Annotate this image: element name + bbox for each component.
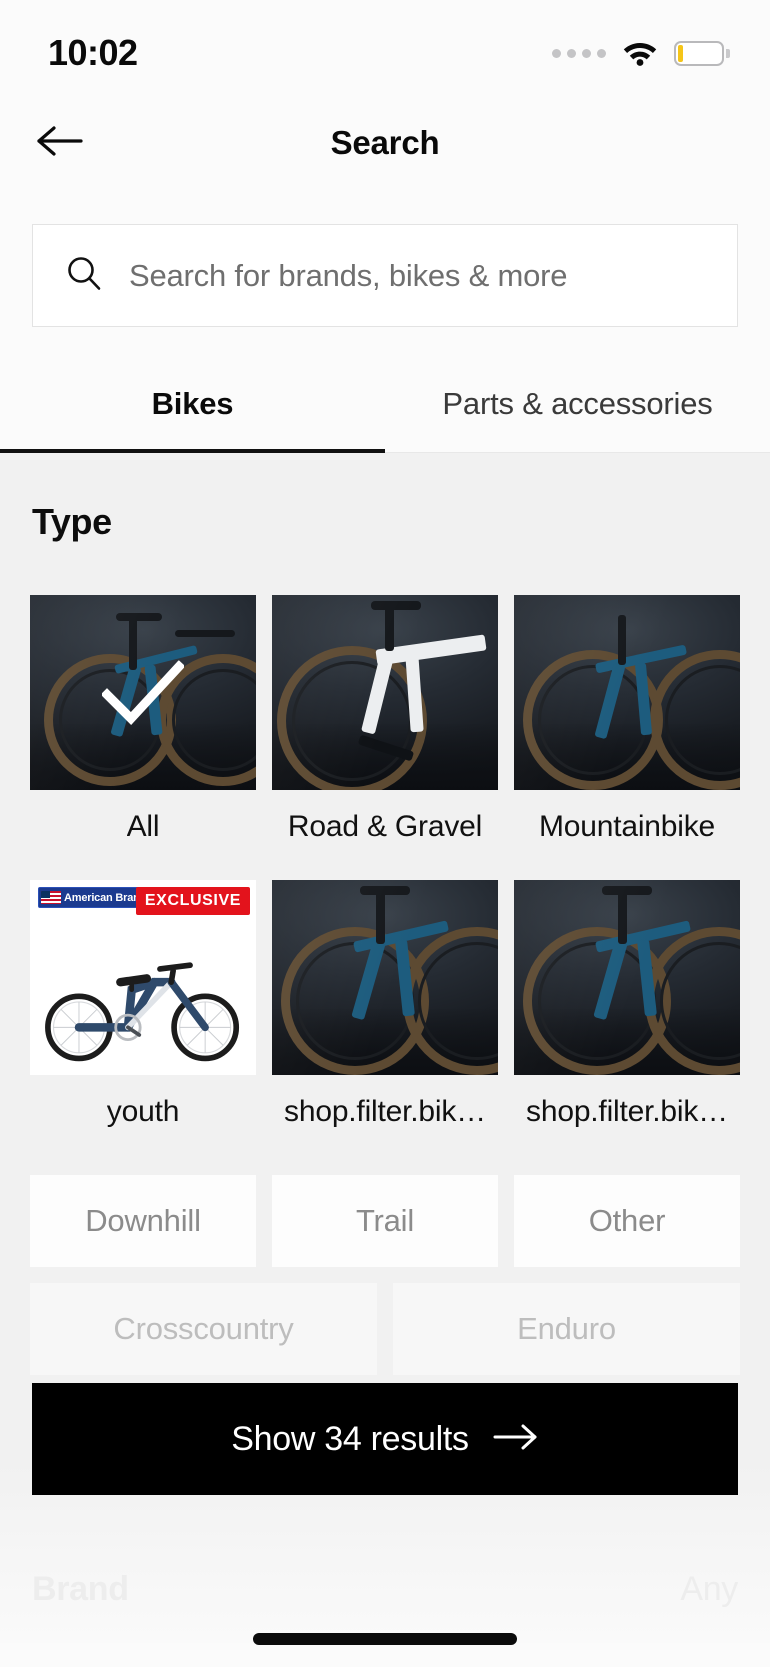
type-option-road-gravel[interactable]: Road & Gravel bbox=[272, 595, 498, 844]
type-option-thumbnail bbox=[272, 595, 498, 790]
check-icon bbox=[100, 660, 186, 732]
chip-other[interactable]: Other bbox=[514, 1175, 740, 1267]
phone-screen: 10:02 Search Search for brands, bikes & … bbox=[0, 0, 770, 1667]
battery-low-icon bbox=[674, 40, 730, 66]
exclusive-badge: EXCLUSIVE bbox=[135, 887, 250, 915]
status-time: 10:02 bbox=[48, 32, 138, 73]
status-icons bbox=[552, 40, 730, 66]
type-option-all[interactable]: All bbox=[30, 595, 256, 844]
obscured-brand-value: Any bbox=[680, 1570, 738, 1608]
type-option-shop-filter-bike-1[interactable]: shop.filter.bik… bbox=[272, 880, 498, 1129]
type-option-shop-filter-bike-2[interactable]: shop.filter.bik… bbox=[514, 880, 740, 1129]
back-button[interactable] bbox=[32, 115, 88, 171]
subtype-chip-row-1: Downhill Trail Other bbox=[0, 1175, 770, 1267]
american-brand-badge-label: American Brand bbox=[64, 891, 147, 904]
arrow-left-icon bbox=[36, 123, 84, 164]
type-section-title: Type bbox=[32, 501, 112, 542]
obscured-brand-row: Brand Any bbox=[0, 1570, 770, 1609]
signal-dots-icon bbox=[552, 48, 606, 58]
search-placeholder: Search for brands, bikes & more bbox=[129, 257, 568, 293]
type-option-label: shop.filter.bik… bbox=[526, 1095, 728, 1128]
type-option-grid-row-1: All Road & Gravel Mountainbike bbox=[0, 595, 770, 844]
chip-trail[interactable]: Trail bbox=[272, 1175, 498, 1267]
type-option-label: All bbox=[126, 810, 160, 843]
arrow-right-icon bbox=[493, 1422, 539, 1457]
chip-enduro[interactable]: Enduro bbox=[393, 1283, 740, 1375]
type-option-label: Mountainbike bbox=[538, 810, 716, 843]
tab-parts-accessories[interactable]: Parts & accessories bbox=[385, 364, 770, 452]
show-results-label: Show 34 results bbox=[231, 1419, 469, 1458]
tab-bar: Bikes Parts & accessories bbox=[0, 364, 770, 453]
search-section: Search for brands, bikes & more bbox=[0, 186, 770, 327]
type-option-mountainbike[interactable]: Mountainbike bbox=[514, 595, 740, 844]
type-option-thumbnail: American Brand EXCLUSIVE bbox=[30, 880, 256, 1075]
nav-bar: Search bbox=[0, 100, 770, 186]
search-input[interactable]: Search for brands, bikes & more bbox=[32, 224, 738, 327]
obscured-brand-label: Brand bbox=[32, 1570, 129, 1608]
type-option-grid-row-2: American Brand EXCLUSIVE youth shop.filt… bbox=[0, 880, 770, 1129]
show-results-button[interactable]: Show 34 results bbox=[32, 1383, 738, 1495]
status-bar: 10:02 bbox=[0, 0, 770, 100]
type-option-youth[interactable]: American Brand EXCLUSIVE youth bbox=[30, 880, 256, 1129]
bottom-action-bar: Brand Any Show 34 results bbox=[0, 1377, 770, 1667]
type-option-thumbnail bbox=[514, 595, 740, 790]
tab-bikes[interactable]: Bikes bbox=[0, 364, 385, 452]
type-option-label: shop.filter.bik… bbox=[284, 1095, 486, 1128]
search-icon bbox=[65, 254, 103, 297]
type-option-thumbnail bbox=[272, 880, 498, 1075]
type-option-label: youth bbox=[106, 1095, 180, 1128]
youth-bike-image bbox=[30, 937, 256, 1065]
type-option-thumbnail bbox=[30, 595, 256, 790]
chip-downhill[interactable]: Downhill bbox=[30, 1175, 256, 1267]
us-flag-icon bbox=[41, 891, 61, 904]
page-title: Search bbox=[330, 124, 440, 161]
type-option-label: Road & Gravel bbox=[287, 810, 483, 843]
home-indicator bbox=[253, 1633, 517, 1645]
subtype-chip-row-2: Crosscountry Enduro bbox=[0, 1283, 770, 1375]
chip-crosscountry[interactable]: Crosscountry bbox=[30, 1283, 377, 1375]
type-option-thumbnail bbox=[514, 880, 740, 1075]
wifi-icon bbox=[622, 40, 658, 66]
